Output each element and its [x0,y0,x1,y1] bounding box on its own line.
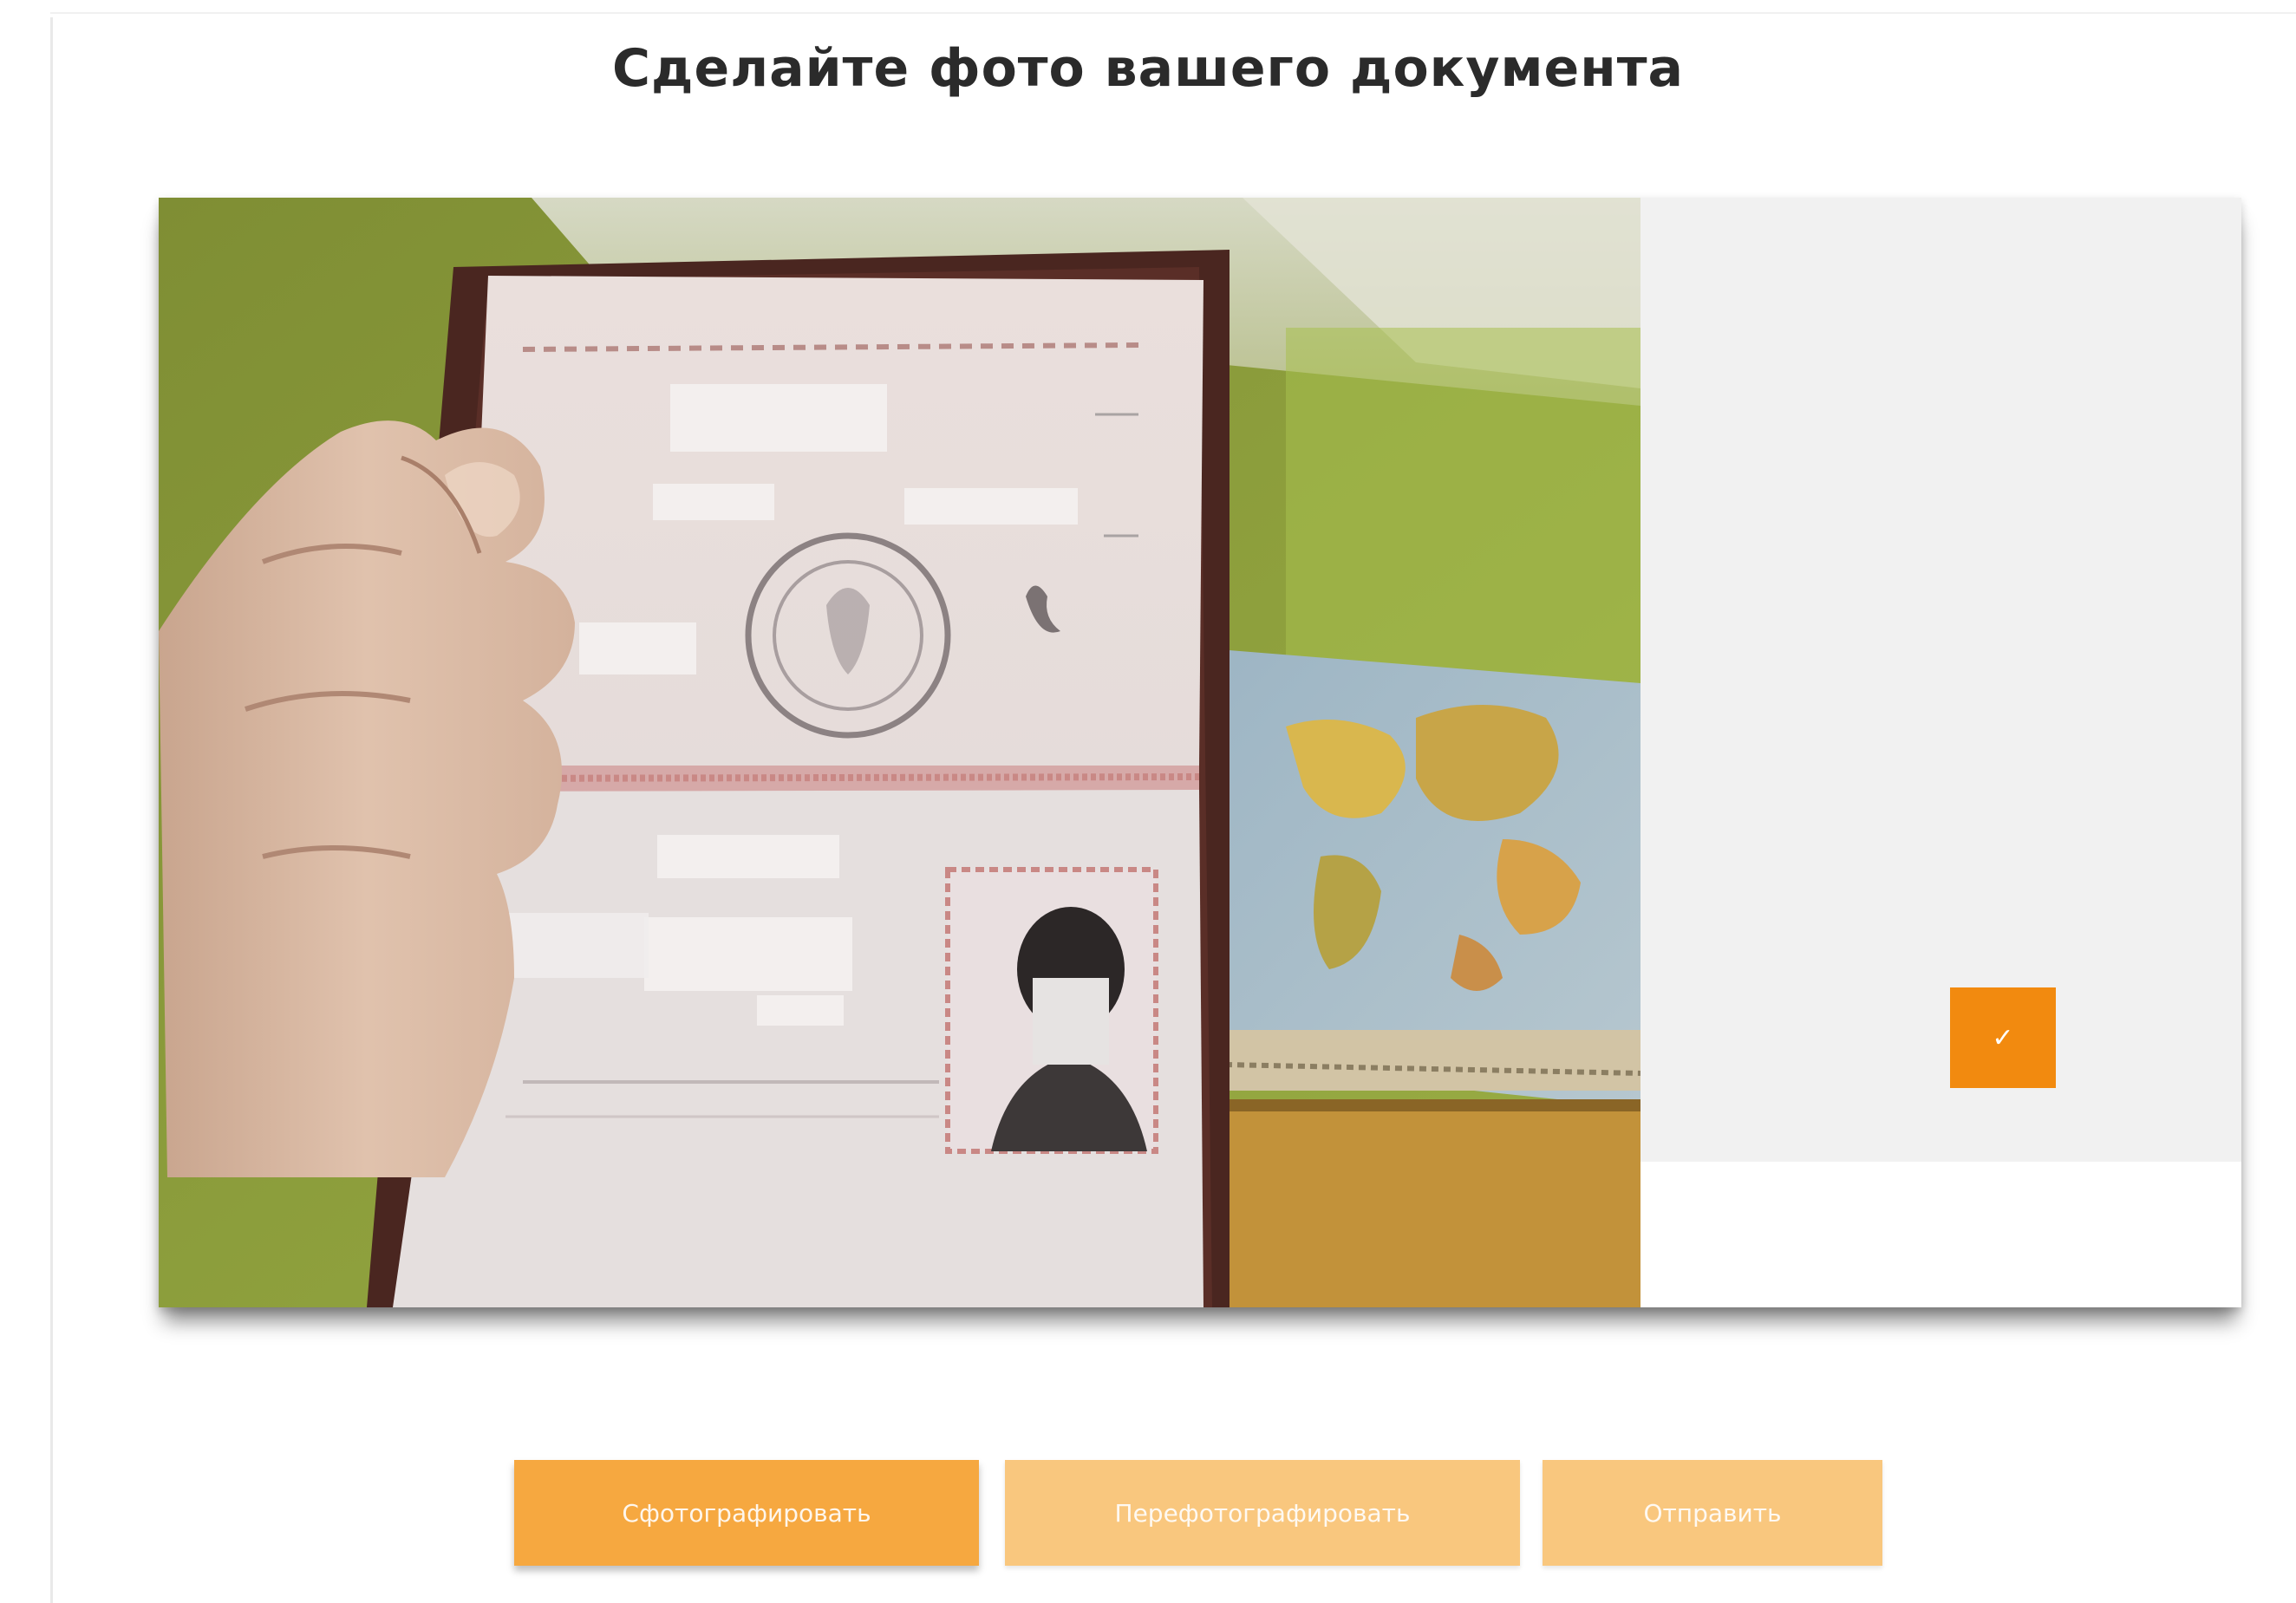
retake-photo-label: Перефотографировать [1114,1498,1411,1528]
page-title: Сделайте фото вашего документа [612,38,1684,99]
take-photo-label: Сфотографировать [622,1498,871,1528]
capture-card [159,198,2241,1307]
take-photo-button[interactable]: Сфотографировать [514,1460,979,1566]
camera-feed [159,198,1640,1307]
checkmark-icon: ✓ [1992,1022,2014,1053]
captured-photo-preview [1640,198,2241,1162]
top-divider [50,12,2296,14]
send-button[interactable]: Отправить [1543,1460,1882,1566]
confirm-photo-button[interactable]: ✓ [1950,987,2056,1088]
preview-footer [1640,1162,2241,1307]
camera-frame-image [159,198,1640,1307]
retake-photo-button[interactable]: Перефотографировать [1005,1460,1520,1566]
document-capture-page: Сделайте фото вашего документа ✓ Сфотогр… [0,0,2296,1603]
send-label: Отправить [1643,1498,1782,1528]
action-bar: Сфотографировать Перефотографировать Отп… [0,1460,2296,1569]
left-divider [50,17,53,1603]
